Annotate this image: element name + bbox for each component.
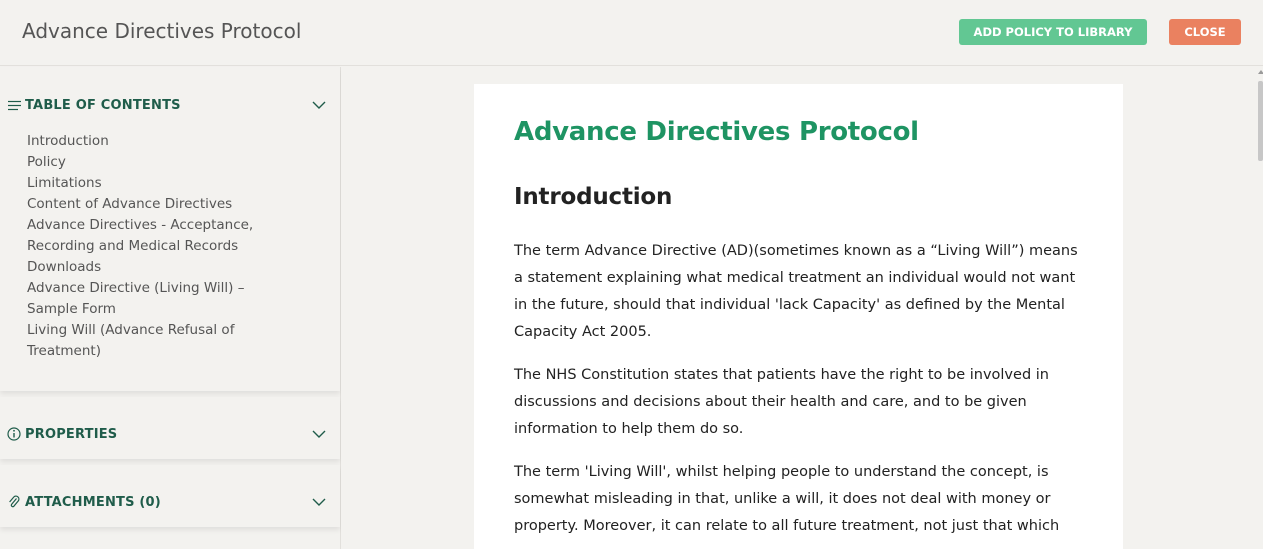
info-icon [7,427,21,441]
toc-label: TABLE OF CONTENTS [25,97,181,113]
document-page: Advance Directives Protocol Introduction… [474,84,1123,549]
toc-header[interactable]: TABLE OF CONTENTS [0,89,340,121]
document-viewer: Advance Directives Protocol Introduction… [341,67,1257,549]
toc-item-living-will[interactable]: Living Will (Advance Refusal of [27,320,327,341]
toc-item-sample-form-cont[interactable]: Sample Form [27,299,327,320]
scroll-thumb[interactable] [1258,81,1263,161]
section-heading: Introduction [514,184,673,210]
header-bar: Advance Directives Protocol ADD POLICY T… [0,0,1263,66]
page-title: Advance Directives Protocol [22,19,302,43]
document-title: Advance Directives Protocol [514,117,919,147]
paperclip-icon [7,495,21,509]
sidebar: TABLE OF CONTENTS Introduction Policy Li… [0,67,341,549]
attachments-header[interactable]: ATTACHMENTS (0) [0,486,340,518]
toc-item-limitations[interactable]: Limitations [27,173,327,194]
toc-item-living-will-cont[interactable]: Treatment) [27,341,327,362]
scrollbar[interactable] [1257,67,1263,549]
paragraph: The NHS Constitution states that patient… [514,367,1049,437]
properties-panel: PROPERTIES [0,397,340,459]
close-button[interactable]: CLOSE [1169,19,1241,45]
toc-item-content[interactable]: Content of Advance Directives [27,194,327,215]
scroll-up-arrow-icon[interactable] [1258,70,1263,74]
paragraph: The term Advance Directive (AD)(sometime… [514,243,1078,340]
toc-item-acceptance-cont[interactable]: Recording and Medical Records [27,236,327,257]
attachments-label: ATTACHMENTS (0) [25,494,161,510]
toc-panel: TABLE OF CONTENTS Introduction Policy Li… [0,67,340,391]
toc-list: Introduction Policy Limitations Content … [27,131,327,362]
chevron-down-icon[interactable] [312,100,326,110]
attachments-panel: ATTACHMENTS (0) [0,465,340,527]
chevron-down-icon[interactable] [312,429,326,439]
toc-item-policy[interactable]: Policy [27,152,327,173]
chevron-down-icon[interactable] [312,497,326,507]
toc-item-acceptance[interactable]: Advance Directives - Acceptance, [27,215,327,236]
paragraph: The term 'Living Will', whilst helping p… [514,464,1060,534]
toc-item-downloads[interactable]: Downloads [27,257,327,278]
properties-header[interactable]: PROPERTIES [0,418,340,450]
properties-label: PROPERTIES [25,426,118,442]
add-policy-button[interactable]: ADD POLICY TO LIBRARY [959,19,1147,45]
toc-item-introduction[interactable]: Introduction [27,131,327,152]
list-icon [7,98,21,112]
toc-item-sample-form[interactable]: Advance Directive (Living Will) – [27,278,327,299]
